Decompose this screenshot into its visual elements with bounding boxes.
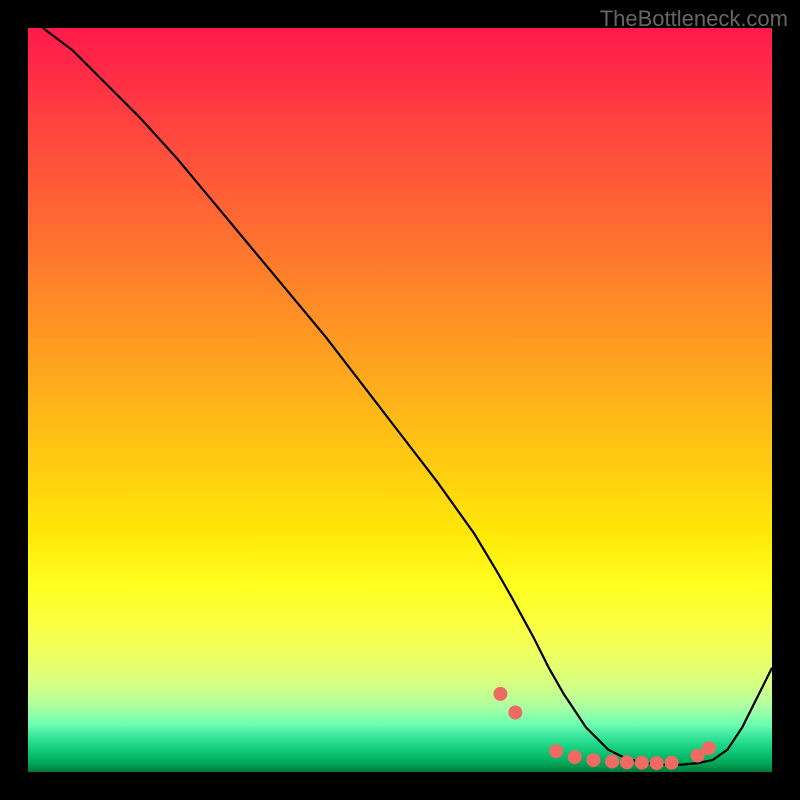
chart-dot xyxy=(508,706,522,720)
chart-dot xyxy=(586,753,600,767)
chart-dot xyxy=(493,687,507,701)
chart-dot xyxy=(605,755,619,769)
chart-svg xyxy=(28,28,772,772)
chart-dot xyxy=(635,756,649,770)
chart-plot-area xyxy=(28,28,772,772)
attribution-text: TheBottleneck.com xyxy=(600,6,788,32)
chart-dot xyxy=(549,744,563,758)
chart-dot xyxy=(702,741,716,755)
chart-dot xyxy=(620,755,634,769)
chart-dot xyxy=(650,756,664,770)
chart-dot xyxy=(665,756,679,770)
chart-curve xyxy=(43,28,772,765)
chart-dot xyxy=(568,750,582,764)
chart-dots xyxy=(493,687,715,770)
